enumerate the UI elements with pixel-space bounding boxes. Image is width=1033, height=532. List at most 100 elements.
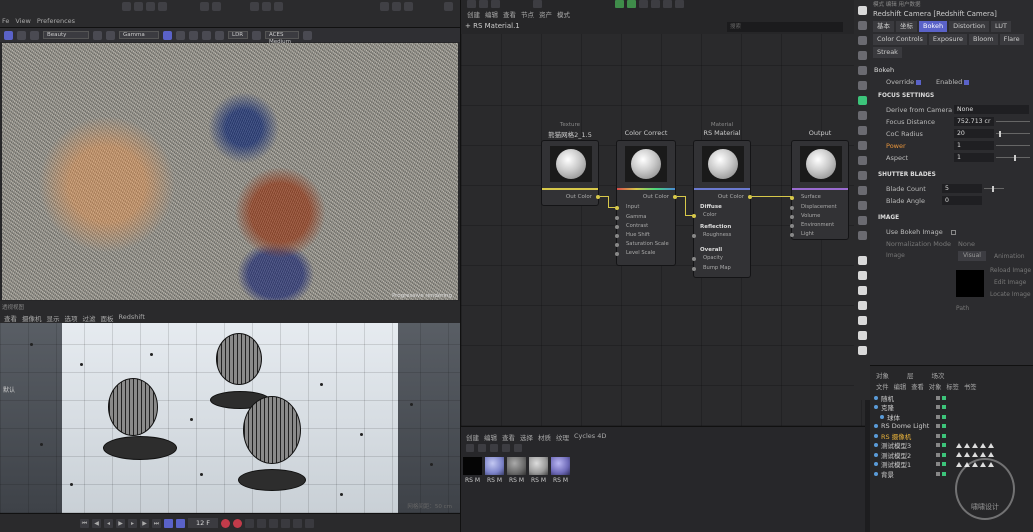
object-row[interactable]: RS Dome Light	[874, 422, 1033, 432]
power-field[interactable]: 1	[954, 141, 994, 150]
toolbar-icon[interactable]	[212, 2, 221, 11]
coc-radius-slider[interactable]	[996, 133, 1030, 134]
picture-icon[interactable]	[857, 331, 867, 340]
sync-icon[interactable]	[857, 201, 867, 210]
check-icon[interactable]	[942, 452, 946, 457]
bokeh-icon[interactable]	[163, 30, 172, 40]
menu-item[interactable]: 节点	[521, 9, 534, 19]
menu-item[interactable]: 显示	[47, 313, 60, 323]
search-input[interactable]: 搜索	[727, 22, 843, 32]
fit-icon[interactable]	[189, 30, 198, 40]
go-end-icon[interactable]: ⏭	[152, 518, 161, 528]
menu-item[interactable]: 创建	[466, 432, 479, 442]
move-key-icon[interactable]	[257, 518, 266, 528]
object-row[interactable]: 克隆	[874, 403, 1033, 412]
material-tag-icon[interactable]	[956, 442, 962, 448]
pause-icon[interactable]	[202, 30, 211, 40]
next-frame-icon[interactable]: ▸	[128, 518, 137, 528]
flag[interactable]	[936, 443, 940, 448]
toolbar-icon[interactable]	[491, 0, 500, 8]
settings-icon[interactable]	[303, 30, 312, 40]
material-tag-icon[interactable]	[964, 452, 970, 458]
flag[interactable]	[936, 433, 940, 438]
bokeh-image-preview[interactable]	[956, 270, 984, 297]
toolbar-icon[interactable]	[467, 0, 476, 8]
material-tag-icon[interactable]	[988, 452, 994, 458]
aspect-field[interactable]: 1	[954, 153, 994, 162]
add-node-icon[interactable]	[615, 0, 624, 8]
pla-key-icon[interactable]	[305, 518, 314, 528]
input-port[interactable]	[692, 234, 696, 238]
toolbar-icon[interactable]	[274, 2, 283, 11]
tab-lut[interactable]: LUT	[990, 21, 1011, 32]
material-tag-icon[interactable]	[988, 442, 994, 448]
shutter-blades-header[interactable]: SHUTTER BLADES	[878, 172, 936, 178]
blade-count-slider[interactable]	[984, 188, 1004, 189]
toolbar-icon[interactable]	[663, 0, 672, 8]
tab-layers[interactable]: 层	[907, 370, 914, 380]
object-row[interactable]: 测试模型2	[874, 450, 1033, 460]
blade-count-field[interactable]: 5	[942, 184, 982, 193]
flag[interactable]	[936, 395, 940, 400]
tab-distortion[interactable]: Distortion	[949, 21, 989, 32]
menu-item[interactable]: 查看	[911, 382, 924, 391]
input-port[interactable]	[790, 206, 794, 210]
check-icon[interactable]	[942, 462, 946, 467]
menu-item[interactable]: Preferences	[37, 17, 75, 25]
next-key-icon[interactable]: ▶	[140, 518, 149, 528]
sphere-icon[interactable]	[857, 21, 867, 30]
target-icon[interactable]	[857, 231, 867, 240]
light-icon[interactable]	[857, 36, 867, 45]
input-port[interactable]	[790, 233, 794, 237]
menu-item[interactable]: 纹理	[556, 432, 569, 442]
slider-knob[interactable]	[992, 186, 994, 192]
check-icon[interactable]	[942, 471, 946, 476]
output-node[interactable]: Output Surface Displacement Volume Envir…	[790, 129, 849, 240]
toolbar-icon[interactable]	[122, 2, 131, 11]
toolbar-icon[interactable]	[651, 0, 660, 8]
material-swatch[interactable]: RS M	[507, 457, 526, 484]
menu-item[interactable]: 面板	[101, 313, 114, 323]
play-icon[interactable]: ▶	[116, 518, 125, 528]
override-checkbox[interactable]	[916, 79, 922, 85]
camera-icon[interactable]	[857, 51, 867, 60]
menu-item[interactable]: 查看	[4, 313, 17, 323]
scale-key-icon[interactable]	[281, 518, 290, 528]
texture-node[interactable]: Texture 熊猫网格2_1.5 Out Color	[541, 122, 600, 206]
toolbar-icon[interactable]	[250, 2, 259, 11]
tab-takes[interactable]: 场次	[932, 370, 945, 380]
node-canvas[interactable]: Texture 熊猫网格2_1.5 Out Color Color Correc…	[461, 34, 865, 426]
power-slider[interactable]	[996, 145, 1030, 146]
material-tag-icon[interactable]	[980, 452, 986, 458]
ocio-dropdown[interactable]: ACES Medium	[265, 31, 299, 45]
stop-icon[interactable]	[215, 30, 224, 40]
picture-icon[interactable]	[857, 346, 867, 355]
menu-item[interactable]: Redshift	[119, 313, 145, 323]
render-icon[interactable]	[857, 286, 867, 295]
menu-item[interactable]: 选择	[520, 432, 533, 442]
menu-item[interactable]: 编辑	[485, 9, 498, 19]
tab-bloom[interactable]: Bloom	[969, 34, 998, 45]
tab-color-controls[interactable]: Color Controls	[873, 34, 927, 45]
aov-dropdown[interactable]: Beauty	[43, 31, 89, 39]
tab-streak[interactable]: Streak	[873, 47, 902, 58]
toolbar-icon[interactable]	[533, 0, 542, 8]
filter-icon[interactable]	[478, 444, 486, 452]
flag[interactable]	[936, 414, 940, 419]
add-icon[interactable]	[490, 444, 498, 452]
object-row[interactable]: 测试模型1	[874, 460, 1033, 469]
input-port[interactable]	[692, 257, 696, 261]
menu-item[interactable]: 过滤	[83, 313, 96, 323]
autokey-icon[interactable]	[233, 518, 242, 528]
ldr-dropdown[interactable]: LDR	[228, 31, 248, 39]
range-icon[interactable]	[176, 518, 185, 528]
derive-dropdown[interactable]: None	[954, 105, 1029, 114]
wire-sphere[interactable]	[243, 396, 301, 464]
locate-image-button[interactable]: Locate Image	[990, 291, 1031, 298]
search-icon[interactable]	[466, 444, 474, 452]
enabled-checkbox[interactable]	[964, 79, 970, 85]
input-port[interactable]	[615, 234, 619, 238]
toolbar-icon[interactable]	[639, 0, 648, 8]
render-icon[interactable]	[857, 271, 867, 280]
frame-icon[interactable]	[857, 216, 867, 225]
